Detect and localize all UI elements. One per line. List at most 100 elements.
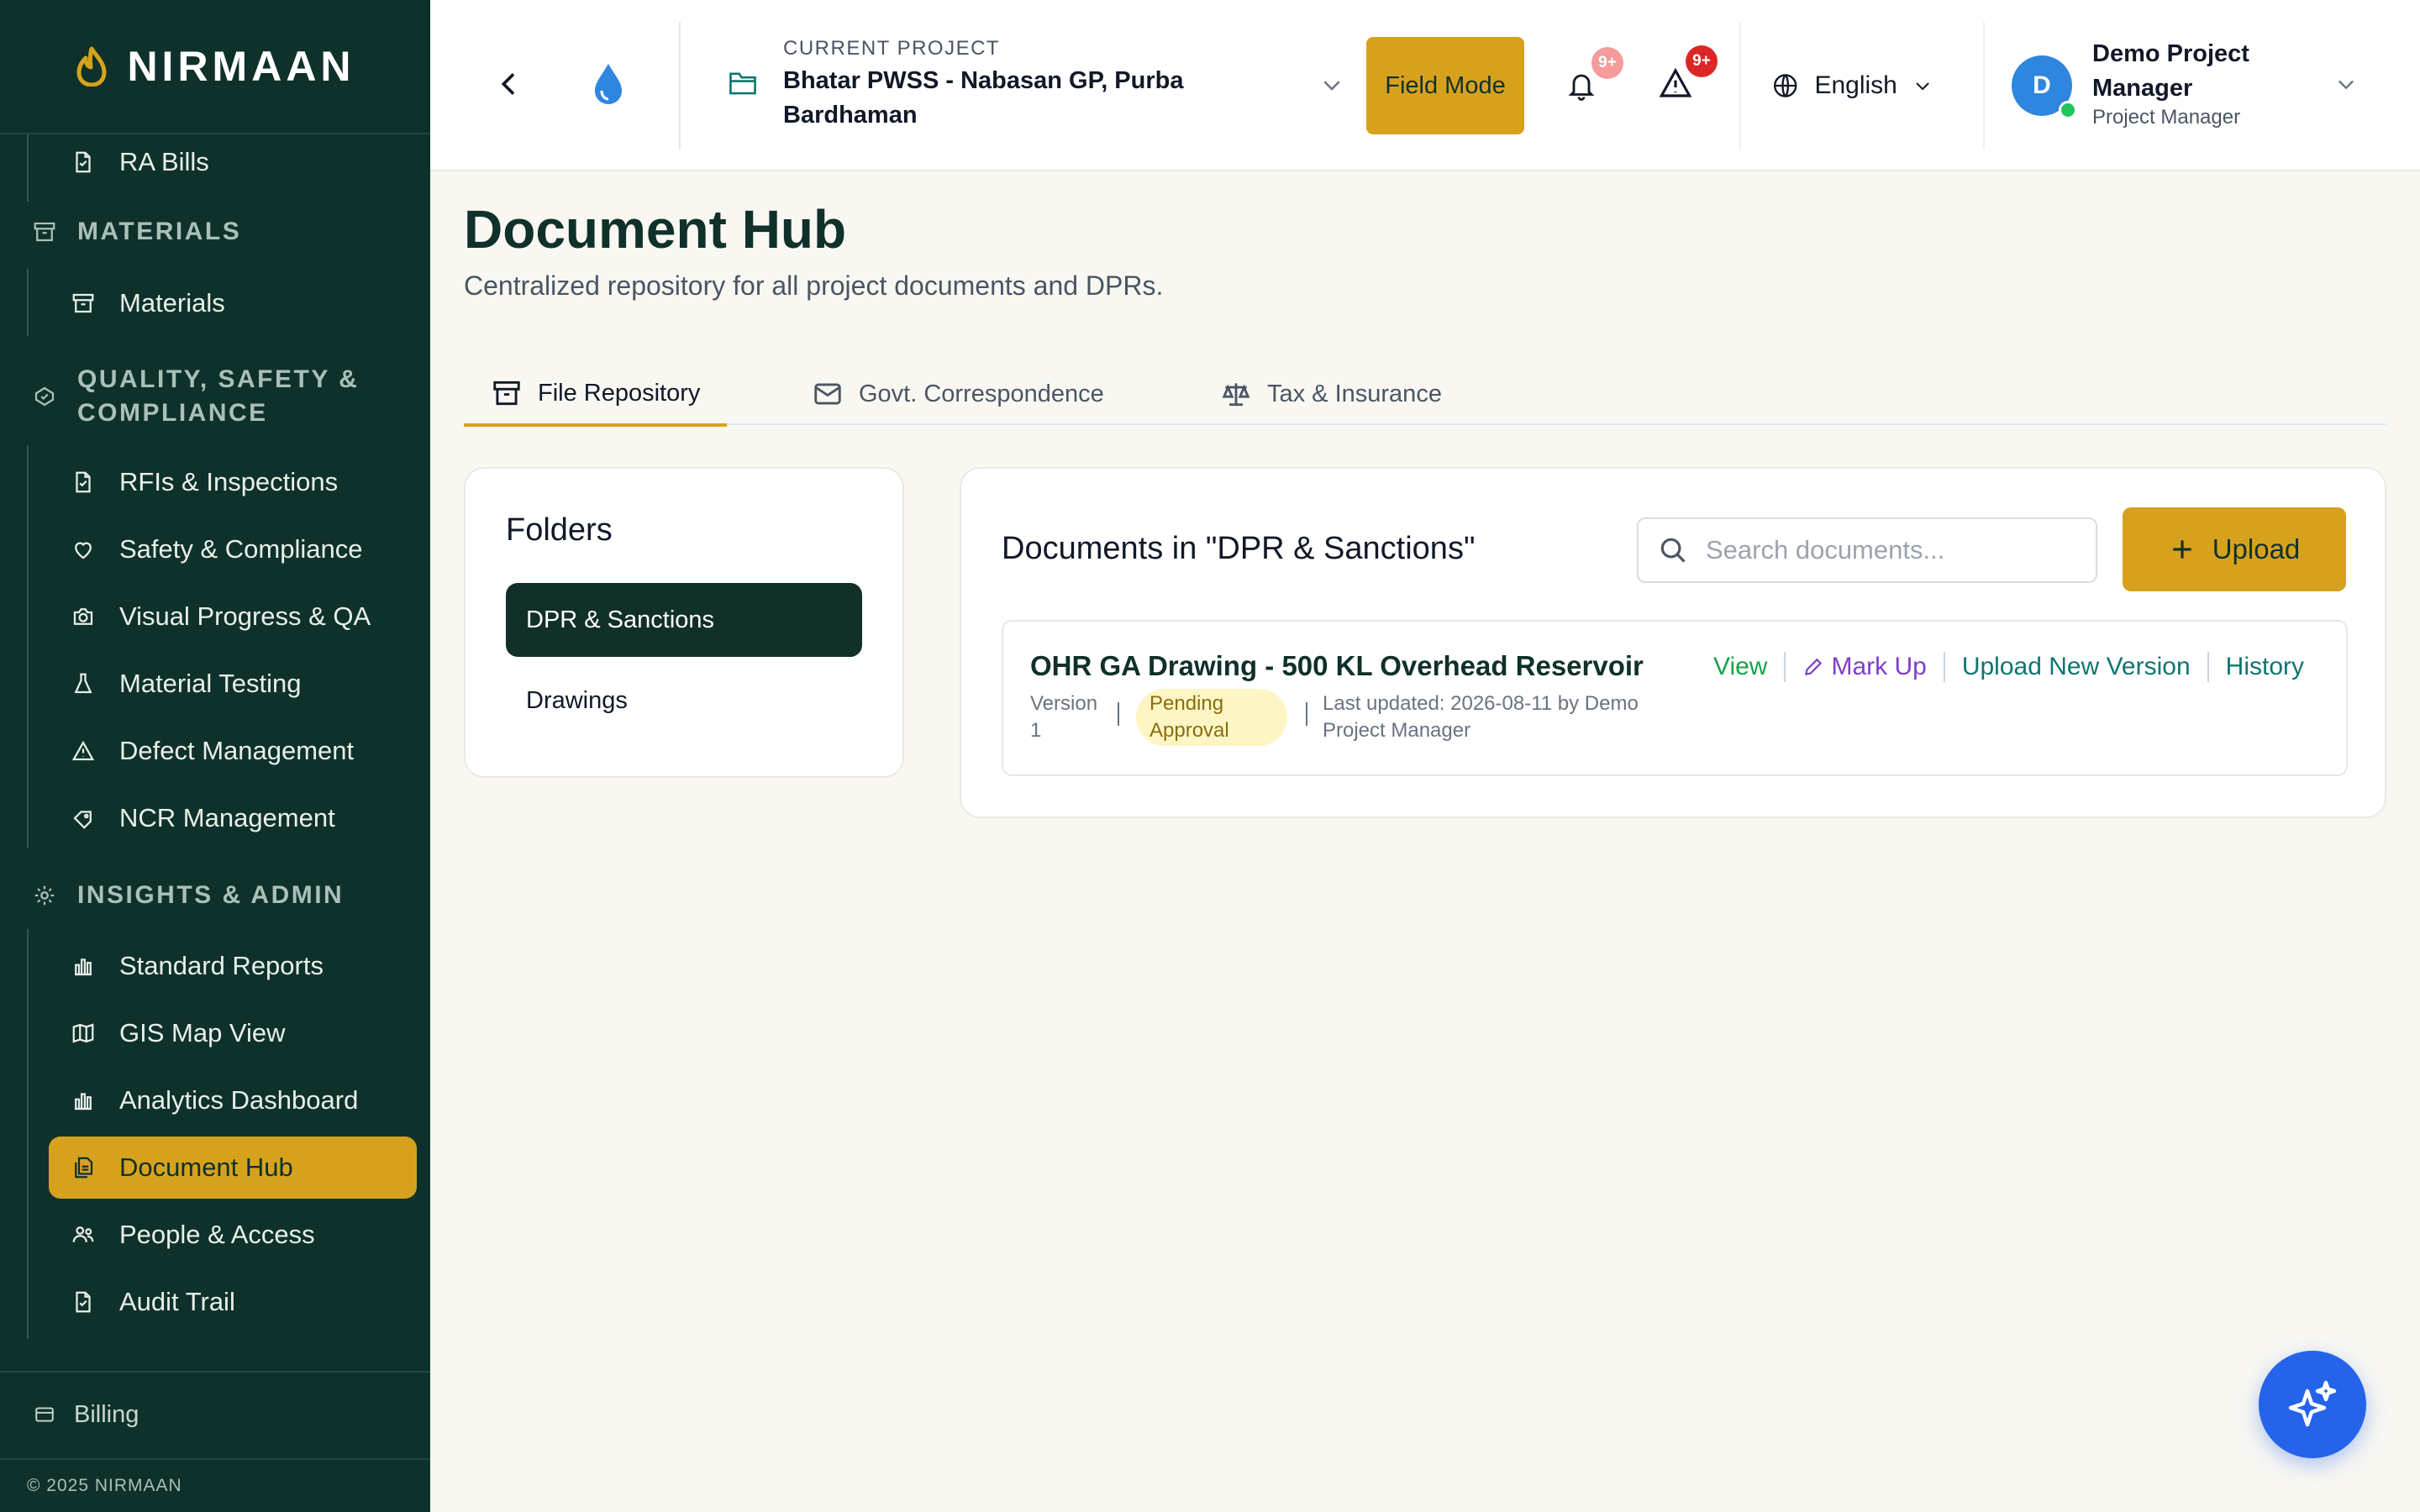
sidebar-item-label: Analytics Dashboard <box>119 1085 359 1115</box>
section-insights-admin[interactable]: INSIGHTS & ADMIN <box>32 879 405 912</box>
credit-card-icon <box>35 1407 54 1422</box>
sidebar-item-document-hub[interactable]: Document Hub <box>49 1137 417 1199</box>
sidebar-item-ra-bills[interactable]: RA Bills <box>49 134 417 193</box>
globe-icon <box>1773 74 1797 97</box>
user-role: Project Manager <box>2092 106 2241 129</box>
sidebar-item-gis-map[interactable]: GIS Map View <box>49 1002 417 1064</box>
chevron-left-icon[interactable] <box>492 67 526 101</box>
bar-chart-icon <box>75 958 92 976</box>
section-label: MATERIALS <box>77 218 242 245</box>
top-header: CURRENT PROJECT Bhatar PWSS - Nabasan GP… <box>430 0 2420 171</box>
notifications-badge: 9+ <box>1591 47 1623 79</box>
nav-group-line <box>27 134 29 202</box>
tab-file-repository[interactable]: File Repository <box>464 363 728 427</box>
sidebar-item-standard-reports[interactable]: Standard Reports <box>49 935 417 997</box>
sidebar-item-label: Visual Progress & QA <box>119 601 371 631</box>
search-icon <box>1660 538 1686 563</box>
sidebar-item-label: NCR Management <box>119 803 335 832</box>
sidebar-item-label: Document Hub <box>119 1152 293 1182</box>
tab-label: File Repository <box>538 379 701 407</box>
sidebar-item-analytics[interactable]: Analytics Dashboard <box>49 1069 417 1131</box>
search-input[interactable] <box>1706 535 2075 565</box>
page-title: Document Hub <box>464 199 847 260</box>
sidebar-item-label: RFIs & Inspections <box>119 467 339 496</box>
section-quality-safety[interactable]: QUALITY, SAFETY & COMPLIANCE <box>32 363 360 430</box>
bar-chart-icon <box>75 1093 92 1110</box>
sidebar-item-label: People & Access <box>119 1220 315 1249</box>
folder-dpr-sanctions[interactable]: DPR & Sanctions <box>506 583 862 657</box>
section-label: QUALITY, SAFETY & COMPLIANCE <box>77 365 360 427</box>
map-icon <box>72 1023 94 1043</box>
sidebar-item-materials[interactable]: Materials <box>49 272 417 334</box>
tab-bar: File Repository Govt. Correspondence Tax… <box>464 341 2386 427</box>
tab-tax-insurance[interactable]: Tax & Insurance <box>1220 363 1442 425</box>
sidebar-item-ncr-management[interactable]: NCR Management <box>49 787 417 849</box>
copyright: © 2025 NIRMAAN <box>0 1458 430 1512</box>
markup-link[interactable]: Mark Up <box>1786 653 1943 681</box>
water-drop-icon[interactable] <box>592 60 625 108</box>
status-badge: Pending Approval <box>1136 689 1287 746</box>
sidebar-item-label: Material Testing <box>119 669 302 698</box>
documents-panel: Documents in "DPR & Sanctions" Upload OH… <box>960 467 2386 818</box>
pencil-icon <box>1805 658 1823 676</box>
alert-triangle-icon[interactable] <box>1659 67 1692 99</box>
search-box[interactable] <box>1637 517 2097 583</box>
chevron-down-icon[interactable] <box>2334 72 2358 96</box>
folders-heading: Folders <box>506 512 613 548</box>
document-updated: Last updated: 2026-08-11 by Demo Project… <box>1323 692 1639 742</box>
view-link[interactable]: View <box>1697 653 1784 681</box>
sidebar-nav: RA Bills MATERIALS Materials QUALITY, SA… <box>0 134 430 1369</box>
sparkles-icon <box>2288 1380 2337 1427</box>
archive-icon <box>493 381 520 406</box>
folder-drawings[interactable]: Drawings <box>506 664 862 738</box>
chevron-down-icon <box>1916 82 1929 91</box>
heart-icon <box>75 542 92 559</box>
scale-icon <box>1222 383 1250 407</box>
archive-icon <box>72 293 94 313</box>
meta-separator <box>1118 702 1119 726</box>
bell-icon[interactable] <box>1566 69 1597 102</box>
file-icon <box>76 1291 91 1313</box>
section-label: INSIGHTS & ADMIN <box>77 881 345 909</box>
history-link[interactable]: History <box>2209 653 2321 681</box>
billing-link[interactable]: Billing <box>0 1371 430 1457</box>
markup-label: Mark Up <box>1831 653 1927 680</box>
brand[interactable]: NIRMAAN <box>0 0 430 134</box>
tag-icon <box>73 811 92 829</box>
tab-label: Govt. Correspondence <box>859 380 1104 407</box>
document-title[interactable]: OHR GA Drawing - 500 KL Overhead Reservo… <box>1030 650 1644 682</box>
upload-button[interactable]: Upload <box>2123 507 2346 591</box>
field-mode-button[interactable]: Field Mode <box>1366 37 1524 134</box>
sidebar-item-visual-progress[interactable]: Visual Progress & QA <box>49 585 417 648</box>
user-menu[interactable]: D Demo Project Manager Project Manager <box>1983 22 2386 150</box>
sidebar-item-label: Audit Trail <box>119 1287 235 1316</box>
archive-icon <box>34 222 55 242</box>
sidebar-item-defect-management[interactable]: Defect Management <box>49 720 417 782</box>
plus-icon <box>2173 540 2191 559</box>
section-materials[interactable]: MATERIALS <box>32 215 405 249</box>
tab-govt-correspondence[interactable]: Govt. Correspondence <box>812 363 1104 425</box>
online-status-dot <box>2059 101 2077 119</box>
user-name: Demo Project Manager <box>2092 40 2249 102</box>
folder-icon <box>729 72 756 95</box>
ai-assistant-button[interactable] <box>2259 1351 2366 1458</box>
meta-separator <box>1306 702 1307 726</box>
nav-group-line <box>27 269 29 336</box>
sidebar-item-label: Safety & Compliance <box>119 534 363 564</box>
upload-new-version-link[interactable]: Upload New Version <box>1945 653 2207 681</box>
sidebar-item-material-testing[interactable]: Material Testing <box>49 653 417 715</box>
file-icon <box>76 151 91 173</box>
sidebar: NIRMAAN RA Bills MATERIALS Materials QUA… <box>0 0 430 1512</box>
nav-group-line <box>27 929 29 1339</box>
sidebar-footer: Billing © 2025 NIRMAAN <box>0 1369 430 1512</box>
sidebar-item-audit-trail[interactable]: Audit Trail <box>49 1271 417 1333</box>
sidebar-item-safety[interactable]: Safety & Compliance <box>49 518 417 580</box>
language-label: English <box>1814 71 1897 99</box>
sidebar-item-people-access[interactable]: People & Access <box>49 1204 417 1266</box>
flame-logo-icon <box>76 46 107 87</box>
billing-label: Billing <box>74 1400 139 1428</box>
language-selector[interactable]: English <box>1739 22 1933 150</box>
settings-icon <box>34 885 55 906</box>
nav-group-line <box>27 445 29 848</box>
sidebar-item-rfis[interactable]: RFIs & Inspections <box>49 451 417 513</box>
